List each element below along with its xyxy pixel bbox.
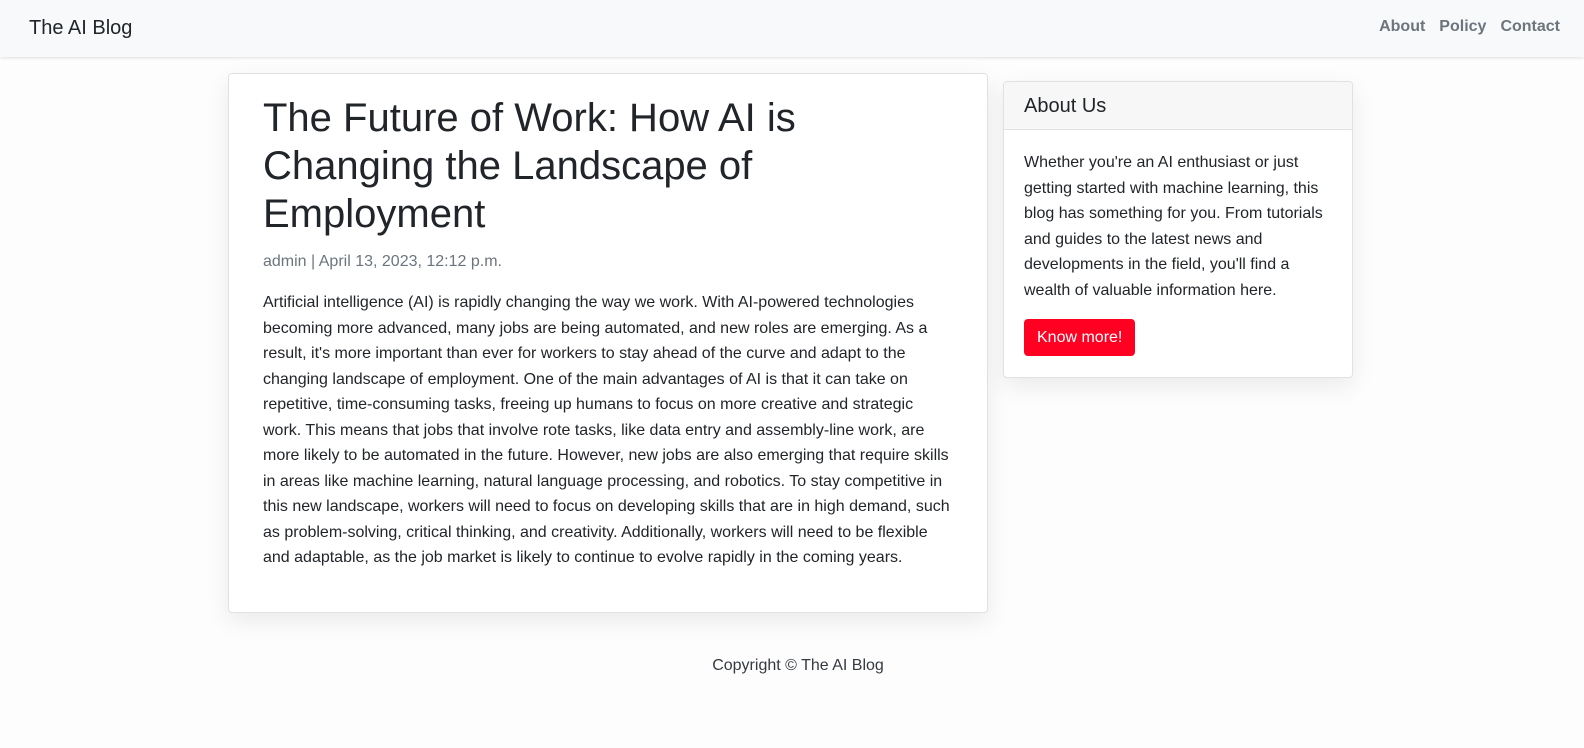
about-us-text: Whether you're an AI enthusiast or just … [1024,154,1323,299]
post-body: Artificial intelligence (AI) is rapidly … [263,294,950,566]
about-us-card: About Us Whether you're an AI enthusiast… [1003,81,1353,378]
meta-separator: | [311,253,316,270]
copyright-text: Copyright © The AI Blog [712,657,884,674]
blog-post-card: The Future of Work: How AI is Changing t… [228,73,988,613]
nav-link-about[interactable]: About [1379,17,1425,37]
post-meta: admin | April 13, 2023, 12:12 p.m. [263,250,953,274]
brand-logo-link[interactable]: The AI Blog [29,16,132,40]
know-more-button[interactable]: Know more! [1024,319,1136,356]
about-us-header: About Us [1004,82,1352,130]
page-footer: Copyright © The AI Blog [0,654,1584,678]
nav-link-policy[interactable]: Policy [1439,17,1486,37]
post-title: The Future of Work: How AI is Changing t… [263,96,796,236]
top-navbar: The AI Blog About Policy Contact [0,0,1584,57]
nav-link-contact[interactable]: Contact [1500,17,1560,37]
about-us-body: Whether you're an AI enthusiast or just … [1004,130,1352,356]
post-author: admin [263,253,307,270]
post-date: April 13, 2023, 12:12 p.m. [318,253,502,270]
nav-links: About Policy Contact [1379,17,1560,37]
